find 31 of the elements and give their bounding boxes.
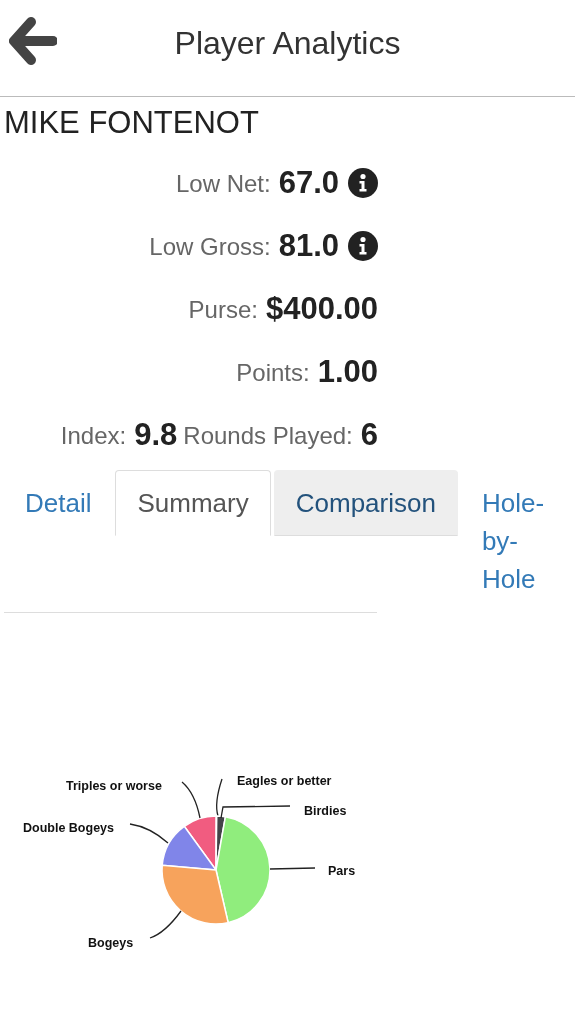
stat-label: Low Net:: [175, 168, 271, 199]
tab[interactable]: Comparison: [273, 470, 458, 536]
stat-label: Purse:: [188, 294, 258, 325]
chart-label: Eagles or better: [237, 774, 332, 788]
stat-value: 81.0: [278, 227, 339, 266]
stat-label: Low Gross:: [149, 231, 271, 262]
chart-label: Triples or worse: [66, 779, 162, 793]
chart-label: Double Bogeys: [23, 821, 114, 835]
info-icon[interactable]: [348, 231, 378, 261]
chart-label: Pars: [328, 864, 356, 878]
leader-line: [181, 781, 201, 819]
stat-value: 9.8: [134, 416, 178, 455]
stat-value: 67.0: [278, 164, 339, 203]
info-icon[interactable]: [348, 168, 378, 198]
page-title: Player Analytics: [174, 24, 401, 63]
leader-line: [149, 910, 182, 939]
leader-line: [269, 867, 316, 870]
stat-value: 6: [360, 416, 378, 455]
stat-label: Index:: [60, 420, 127, 451]
leader-line: [129, 823, 169, 844]
back-arrow-icon[interactable]: [9, 17, 57, 65]
tab[interactable]: Summary: [115, 470, 271, 536]
chart-label: Birdies: [304, 804, 347, 818]
stat-value: 1.00: [317, 353, 378, 392]
tab[interactable]: Hole-by-Hole: [459, 470, 572, 612]
stat-value: $400.00: [265, 290, 378, 329]
stat-label: Rounds Played:: [183, 420, 353, 451]
player-name: MIKE FONTENOT: [3, 104, 260, 142]
stat-label: Points:: [236, 357, 310, 388]
chart-label: Bogeys: [88, 936, 134, 950]
tab[interactable]: Detail: [3, 470, 114, 536]
